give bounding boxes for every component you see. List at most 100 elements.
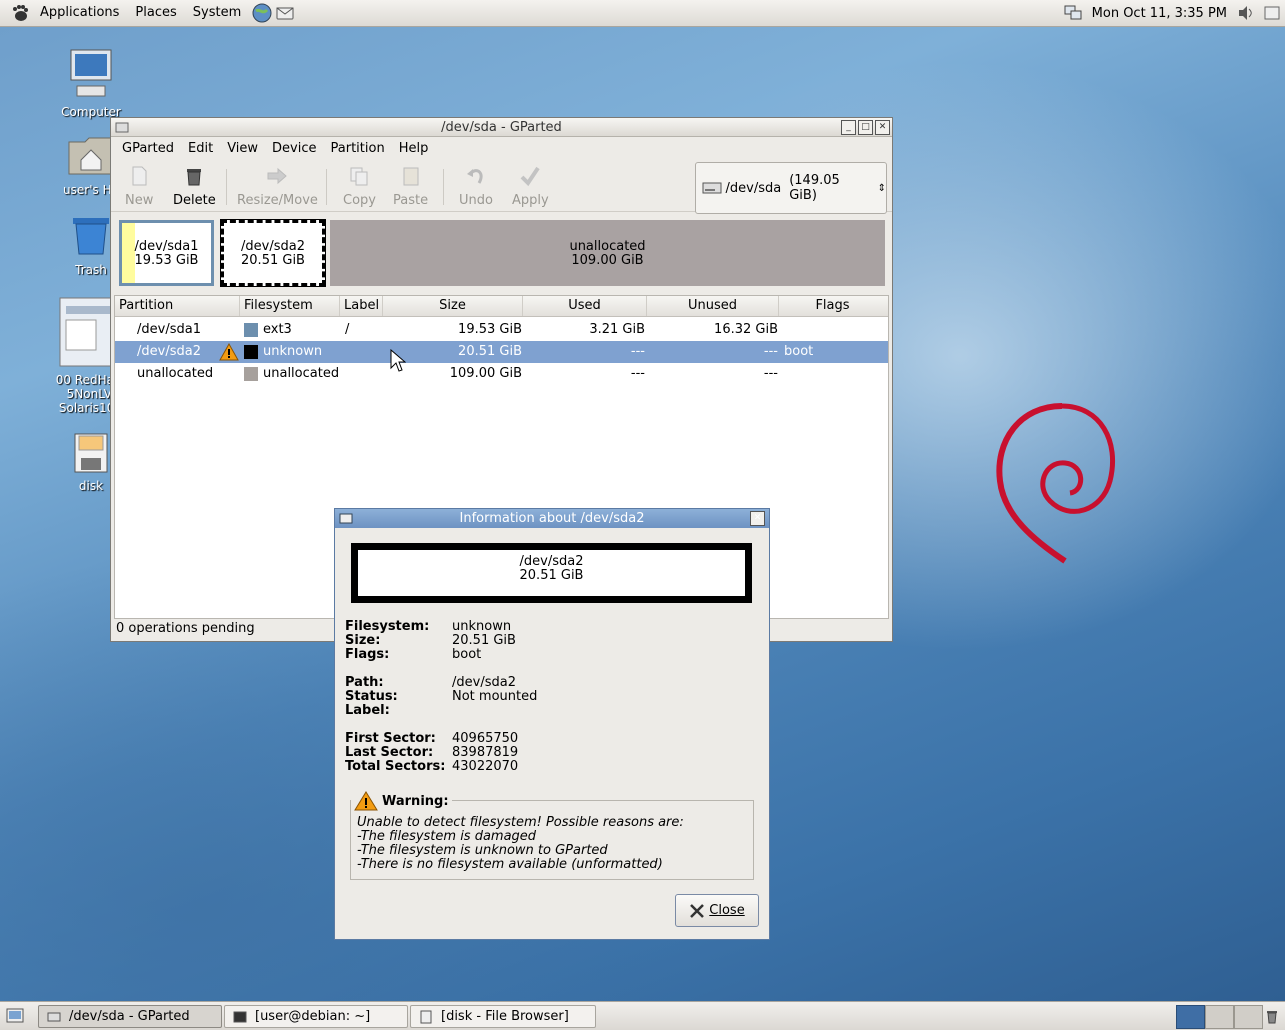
trash-applet-icon[interactable] [1263, 1007, 1281, 1025]
column-label[interactable]: Label [340, 296, 383, 316]
cell-partition: /dev/sda2 [137, 344, 201, 359]
new-label: New [125, 193, 154, 208]
gparted-app-icon [339, 513, 353, 524]
disk-map: /dev/sda1 19.53 GiB /dev/sda2 20.51 GiB … [117, 219, 885, 290]
info-flags: Flags: boot [345, 647, 482, 662]
diskmap-unallocated-size: 109.00 GiB [571, 253, 644, 268]
taskbar-terminal[interactable]: [user@debian: ~] [224, 1005, 408, 1028]
cell-unused: --- [763, 344, 778, 359]
diskmap-unallocated[interactable]: unallocated 109.00 GiB [330, 220, 885, 286]
menu-device[interactable]: Device [265, 141, 323, 156]
paste-button[interactable]: Paste [393, 165, 428, 208]
debian-logo [996, 403, 1116, 564]
file-browser-icon [420, 1010, 432, 1023]
workspace-3[interactable] [1234, 1005, 1263, 1029]
info-last-sector: Last Sector: 83987819 [345, 745, 519, 760]
minimize-button[interactable]: _ [841, 120, 856, 135]
undo-button[interactable]: Undo [459, 165, 493, 208]
panel-clock[interactable]: Mon Oct 11, 3:35 PM [1086, 6, 1233, 21]
cell-filesystem: ext3 [263, 322, 292, 337]
warning-icon [219, 343, 239, 361]
gparted-titlebar[interactable]: /dev/sda - GParted _ □ ✕ [111, 118, 892, 137]
maximize-button[interactable]: □ [858, 120, 873, 135]
computer-icon [70, 49, 112, 97]
dialog-titlebar[interactable]: Information about /dev/sda2 ✕ [335, 509, 769, 528]
mouse-cursor-icon [390, 349, 406, 372]
web-browser-icon[interactable] [252, 3, 272, 23]
close-icon [690, 903, 705, 918]
warning-icon [354, 791, 378, 811]
table-row[interactable]: /dev/sda2 unknown 20.51 GiB --- --- boot [115, 341, 888, 363]
taskbar-file-browser[interactable]: [disk - File Browser] [410, 1005, 596, 1028]
resize-move-button[interactable]: Resize/Move [237, 165, 318, 208]
dialog-close-x-button[interactable]: ✕ [750, 511, 765, 526]
close-window-button[interactable]: ✕ [875, 120, 890, 135]
diskmap-sda2[interactable]: /dev/sda2 20.51 GiB [220, 219, 326, 287]
volume-icon[interactable] [1237, 4, 1255, 22]
diskmap-sda2-name: /dev/sda2 [241, 239, 305, 254]
close-button[interactable]: Close [675, 894, 759, 927]
network-icon[interactable] [1064, 4, 1082, 22]
new-button[interactable]: New [125, 165, 153, 208]
cell-partition: /dev/sda1 [137, 322, 201, 337]
menu-help[interactable]: Help [392, 141, 436, 156]
cell-unused: 16.32 GiB [714, 322, 778, 337]
undo-label: Undo [459, 193, 493, 208]
apply-button[interactable]: Apply [512, 165, 549, 208]
info-size: Size: 20.51 GiB [345, 633, 516, 648]
cell-size: 20.51 GiB [458, 344, 522, 359]
bottom-panel: /dev/sda - GParted [user@debian: ~] [dis… [0, 1001, 1285, 1030]
info-path: Path:/dev/sda2 [345, 675, 516, 690]
copy-button[interactable]: Copy [343, 165, 376, 208]
toolbar-separator [443, 169, 444, 205]
menu-gparted[interactable]: GParted [115, 141, 181, 156]
diskmap-sda1[interactable]: /dev/sda1 19.53 GiB [119, 220, 214, 286]
taskbar-gparted[interactable]: /dev/sda - GParted [38, 1005, 222, 1028]
show-desktop-icon[interactable] [6, 1007, 24, 1025]
toolbar-separator [326, 169, 327, 205]
trash-icon [187, 169, 202, 186]
gparted-app-icon [115, 122, 129, 133]
column-flags[interactable]: Flags [779, 296, 886, 316]
menu-applications[interactable]: Applications [32, 0, 127, 26]
updown-arrows-icon: ⇕ [877, 182, 886, 194]
device-name: /dev/sda [725, 180, 782, 196]
checkmark-icon [520, 166, 541, 187]
harddisk-icon [702, 182, 722, 194]
table-row[interactable]: /dev/sda1 ext3 / 19.53 GiB 3.21 GiB 16.3… [115, 319, 888, 341]
info-label: Label: [345, 703, 390, 718]
info-first-sector: First Sector: 40965750 [345, 731, 519, 746]
menu-places[interactable]: Places [127, 0, 184, 26]
floppy-disk-icon [74, 433, 108, 473]
column-filesystem[interactable]: Filesystem [240, 296, 340, 316]
taskbar-label: [user@debian: ~] [255, 1009, 371, 1024]
workspace-2[interactable] [1205, 1005, 1234, 1029]
gnome-foot-icon[interactable] [10, 3, 30, 23]
applet-icon[interactable] [1263, 4, 1281, 22]
gparted-app-icon [47, 1012, 61, 1021]
delete-button[interactable]: Delete [173, 165, 216, 208]
column-unused[interactable]: Unused [647, 296, 779, 316]
warning-title: Warning: [382, 793, 449, 809]
device-selector[interactable]: /dev/sda (149.05 GiB) ⇕ [695, 162, 887, 214]
column-size[interactable]: Size [383, 296, 523, 316]
workspace-1[interactable] [1176, 1005, 1205, 1029]
menu-system[interactable]: System [185, 0, 249, 26]
table-header: Partition Filesystem Label Size Used Unu… [115, 296, 888, 317]
warning-heading: Warning: [351, 791, 452, 811]
cell-used: 3.21 GiB [589, 322, 645, 337]
paste-label: Paste [393, 193, 429, 208]
menu-view[interactable]: View [220, 141, 265, 156]
table-row[interactable]: unallocated unallocated 109.00 GiB --- -… [115, 363, 888, 385]
column-used[interactable]: Used [523, 296, 647, 316]
top-panel: Applications Places System Mon Oct 11, 3… [0, 0, 1285, 27]
desktop-icon-computer[interactable]: Computer [46, 48, 136, 119]
mail-client-icon[interactable] [275, 3, 295, 23]
dialog-title: Information about /dev/sda2 [459, 511, 645, 526]
column-partition[interactable]: Partition [115, 296, 240, 316]
gparted-menubar: GParted Edit View Device Partition Help [111, 137, 892, 159]
menu-partition[interactable]: Partition [324, 141, 392, 156]
cell-size: 19.53 GiB [458, 322, 522, 337]
close-label: Close [709, 903, 745, 918]
menu-edit[interactable]: Edit [181, 141, 220, 156]
